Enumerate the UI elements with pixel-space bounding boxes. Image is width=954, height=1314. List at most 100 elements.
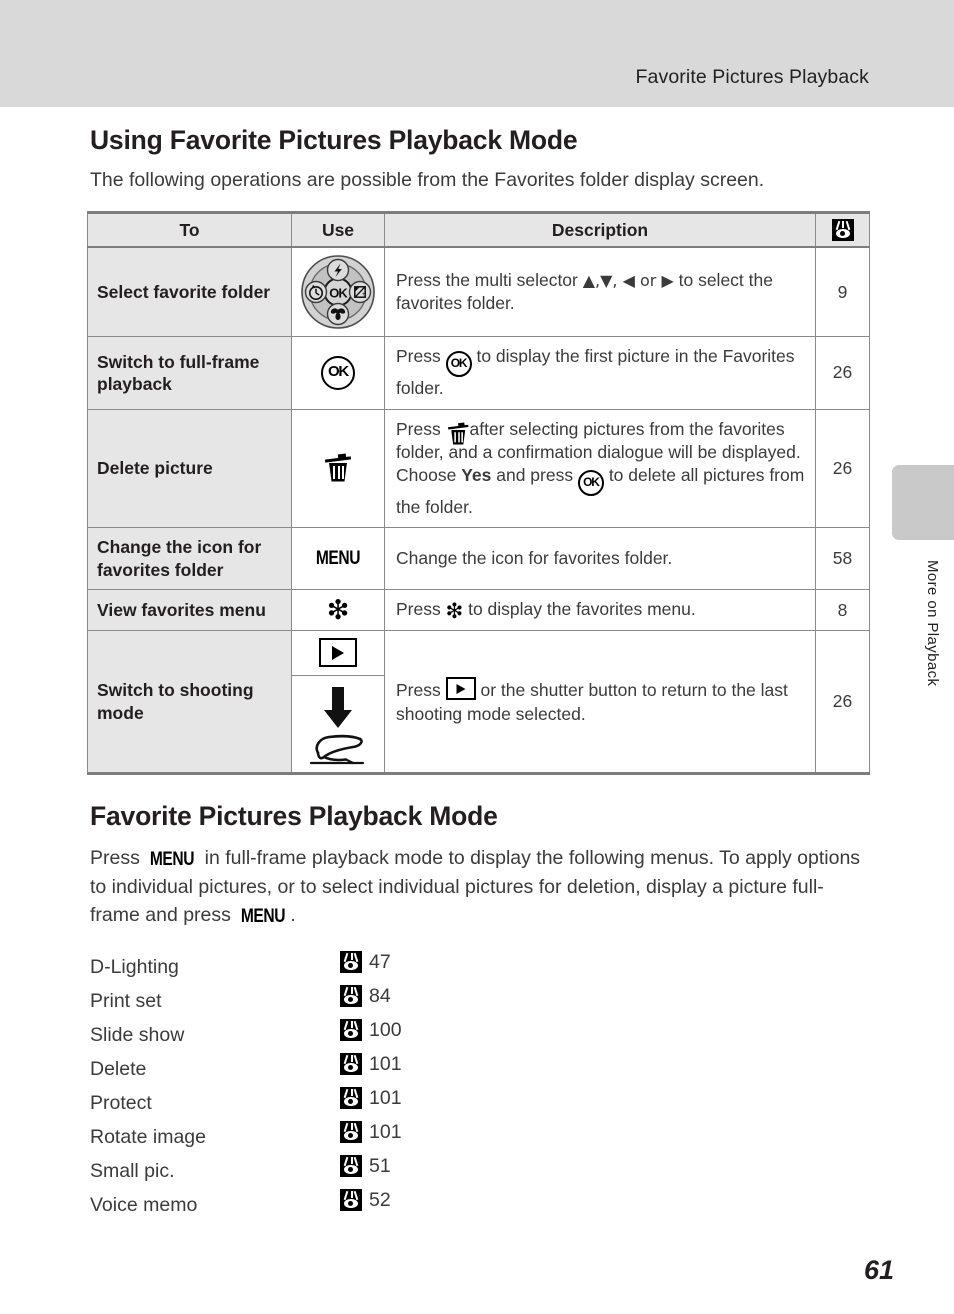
menu-item-page-number: 84 bbox=[369, 984, 391, 1007]
menu-button-icon: MENU bbox=[150, 849, 195, 871]
menu-item-reference: 47 bbox=[340, 951, 391, 974]
column-header-to: To bbox=[87, 211, 292, 249]
table-row: View favorites menu ❇ Press ❇ to display… bbox=[87, 589, 870, 632]
menu-item-label: Rotate image bbox=[90, 1126, 206, 1149]
ok-button-icon: OK bbox=[577, 470, 604, 497]
desc-text-part: Press bbox=[396, 680, 446, 701]
reference-eye-icon bbox=[340, 1053, 362, 1076]
page-title: Using Favorite Pictures Playback Mode bbox=[90, 125, 578, 155]
menu-item-label: Small pic. bbox=[90, 1160, 175, 1183]
cell-use-favorites-button: ❇ bbox=[291, 589, 385, 632]
menu-item-reference: 51 bbox=[340, 1155, 391, 1178]
menu-item-page-number: 101 bbox=[369, 1086, 402, 1109]
column-header-reference bbox=[815, 211, 870, 249]
list-item: D-Lighting 47 bbox=[90, 951, 869, 985]
cell-reference-page: 26 bbox=[815, 336, 870, 410]
playback-button-icon bbox=[319, 638, 357, 668]
menu-item-reference: 100 bbox=[340, 1019, 402, 1042]
trash-can-icon bbox=[324, 453, 352, 484]
row-label-select-favorite-folder: Select favorite folder bbox=[87, 246, 292, 338]
menu-button-icon: MENU bbox=[315, 547, 361, 569]
trash-can-icon bbox=[447, 422, 469, 445]
reference-eye-icon bbox=[831, 218, 854, 241]
cell-description-delete-picture: Press after selecting pictures from the … bbox=[384, 408, 816, 529]
table-row: Delete picture Press after selecting pic… bbox=[87, 408, 870, 529]
menu-item-label: Print set bbox=[90, 990, 162, 1013]
list-item: Delete 101 bbox=[90, 1053, 869, 1087]
row-label-delete-picture: Delete picture bbox=[87, 408, 292, 529]
menu-item-page-number: 51 bbox=[369, 1154, 391, 1177]
menu-item-reference: 101 bbox=[340, 1121, 402, 1144]
desc-text-part: Press bbox=[396, 346, 446, 367]
running-header-title: Favorite Pictures Playback bbox=[635, 66, 869, 88]
column-header-description: Description bbox=[384, 211, 816, 249]
playback-menu-reference-list: D-Lighting 47 Print set 84 Slide show 10… bbox=[90, 951, 869, 1223]
row-label-switch-shooting-mode: Switch to shooting mode bbox=[87, 630, 292, 776]
reference-eye-icon bbox=[340, 1087, 362, 1110]
svg-text:+: + bbox=[362, 292, 366, 298]
shutter-press-cell bbox=[292, 676, 384, 772]
cell-use-shooting-mode bbox=[291, 630, 385, 776]
cell-use-ok-button: OK bbox=[291, 336, 385, 410]
cell-reference-page: 26 bbox=[815, 408, 870, 529]
page-header-band: Favorite Pictures Playback bbox=[0, 0, 954, 107]
favorites-flower-icon: ❇ bbox=[326, 594, 350, 626]
menu-item-page-number: 52 bbox=[369, 1188, 391, 1211]
menu-item-reference: 52 bbox=[340, 1189, 391, 1212]
cell-reference-page: 9 bbox=[815, 246, 870, 338]
menu-button-icon: MENU bbox=[241, 905, 286, 927]
playback-button-cell bbox=[292, 631, 384, 677]
column-header-use: Use bbox=[291, 211, 385, 249]
desc-text-part: to display the favorites menu. bbox=[463, 599, 696, 620]
shutter-button-finger-icon bbox=[309, 735, 365, 765]
cell-use-trash-button bbox=[291, 408, 385, 529]
chapter-thumb-tab bbox=[892, 465, 954, 540]
desc-text-part: Press bbox=[396, 418, 446, 439]
row-label-view-favorites-menu: View favorites menu bbox=[87, 589, 292, 632]
favorites-flower-icon: ❇ bbox=[445, 599, 464, 624]
menu-item-label: D-Lighting bbox=[90, 956, 179, 979]
menu-item-reference: 84 bbox=[340, 985, 391, 1008]
reference-eye-icon bbox=[340, 1019, 362, 1042]
cell-description-view-favorites-menu: Press ❇ to display the favorites menu. bbox=[384, 589, 816, 632]
menu-item-label: Delete bbox=[90, 1058, 147, 1081]
menu-item-label: Slide show bbox=[90, 1024, 185, 1047]
section2-body-text: Press MENU in full-frame playback mode t… bbox=[90, 845, 868, 931]
cell-reference-page: 26 bbox=[815, 630, 870, 776]
section-intro-text: The following operations are possible fr… bbox=[90, 169, 765, 191]
table-row: Select favorite folder OK + Press the mu… bbox=[87, 246, 870, 338]
multi-selector-dial-icon: OK + bbox=[301, 255, 375, 330]
cell-description-select-favorite-folder: Press the multi selector ▲,▼, ◀ or ▶ to … bbox=[384, 246, 816, 338]
playback-button-icon bbox=[445, 677, 476, 701]
cell-description-change-folder-icon: Change the icon for favorites folder. bbox=[384, 527, 816, 591]
row-label-switch-full-frame: Switch to full-frame playback bbox=[87, 336, 292, 410]
svg-text:OK: OK bbox=[329, 286, 348, 301]
table-row: Switch to full-frame playback OK Press O… bbox=[87, 336, 870, 410]
ok-button-icon: OK bbox=[445, 351, 472, 378]
menu-item-label: Protect bbox=[90, 1092, 152, 1115]
desc-text-part: and press bbox=[491, 465, 578, 486]
table-header-row: To Use Description bbox=[87, 211, 870, 249]
list-item: Rotate image 101 bbox=[90, 1121, 869, 1155]
reference-eye-icon bbox=[340, 951, 362, 974]
down-arrow-icon bbox=[324, 687, 352, 729]
operations-table: To Use Description Select favorite folde… bbox=[87, 211, 870, 776]
stacked-icon-group bbox=[292, 631, 384, 772]
table-row: Change the icon for favorites folder MEN… bbox=[87, 527, 870, 591]
menu-item-page-number: 100 bbox=[369, 1018, 402, 1041]
list-item: Print set 84 bbox=[90, 985, 869, 1019]
desc-text-part: Press bbox=[396, 599, 446, 620]
desc-text-part: Press the multi selector bbox=[396, 270, 583, 291]
desc-emphasis-yes: Yes bbox=[461, 465, 492, 486]
menu-item-page-number: 47 bbox=[369, 950, 391, 973]
cell-reference-page: 8 bbox=[815, 589, 870, 632]
reference-eye-icon bbox=[340, 985, 362, 1008]
body-text-part: . bbox=[290, 903, 296, 926]
cell-description-switch-shooting-mode: Press or the shutter button to return to… bbox=[384, 630, 816, 776]
chapter-tab-label: More on Playback bbox=[924, 560, 941, 687]
body-text-part: Press bbox=[90, 847, 146, 870]
menu-item-reference: 101 bbox=[340, 1053, 402, 1076]
cell-description-switch-full-frame: Press OK to display the first picture in… bbox=[384, 336, 816, 410]
ok-button-icon: OK bbox=[321, 355, 355, 390]
cell-use-multi-selector: OK + bbox=[291, 246, 385, 338]
